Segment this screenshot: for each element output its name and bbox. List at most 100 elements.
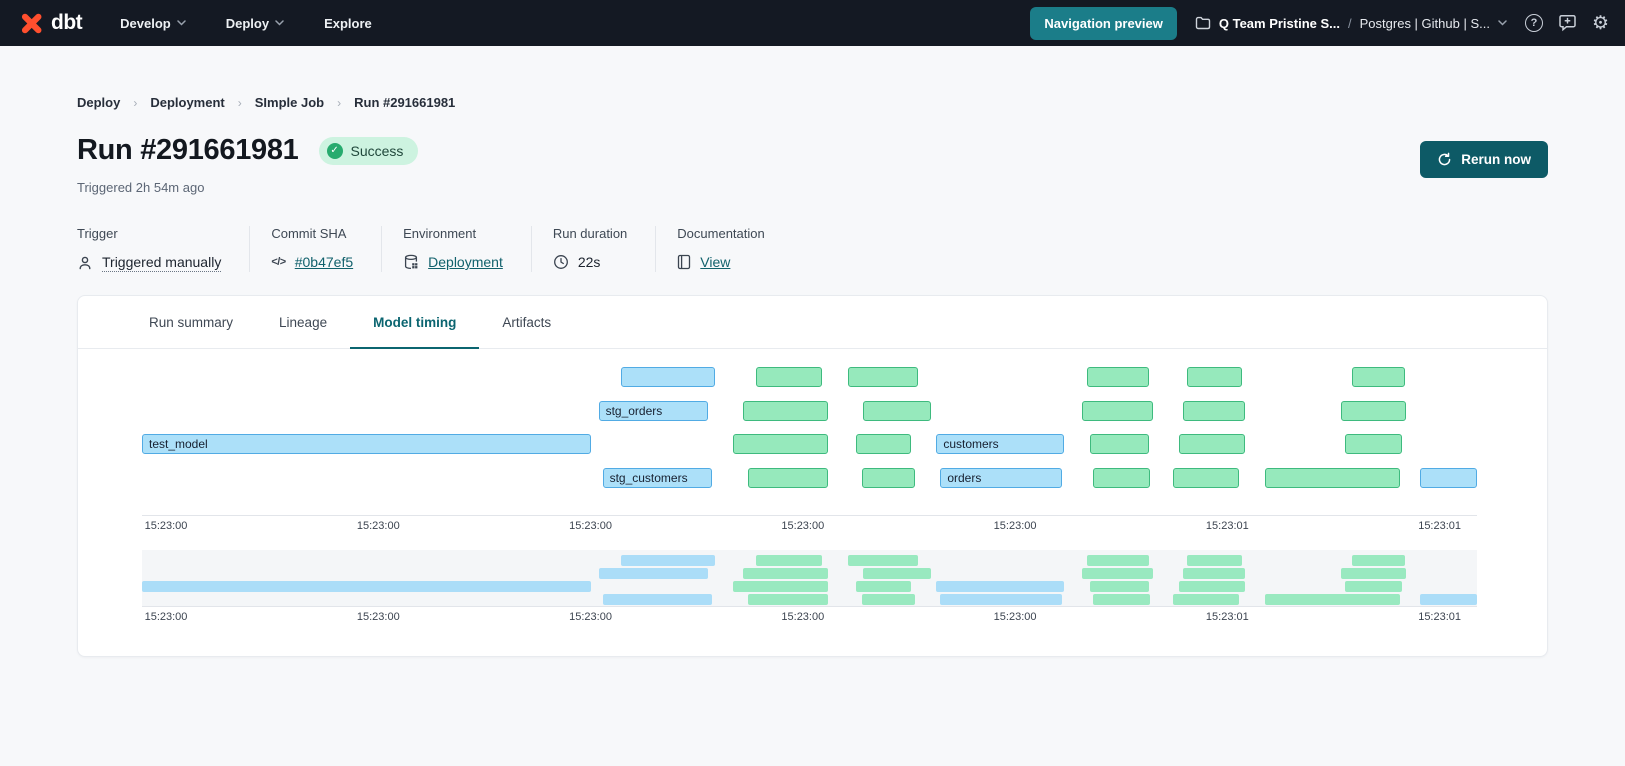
gantt-bar[interactable]	[1352, 367, 1405, 387]
gantt-bar[interactable]	[1087, 367, 1148, 387]
gantt-bar[interactable]	[1183, 401, 1244, 421]
gantt-bar[interactable]	[1173, 594, 1240, 605]
gantt-bar[interactable]	[856, 581, 911, 592]
gantt-bar-stg_customers[interactable]	[603, 594, 712, 605]
meta-commit-label: Commit SHA	[271, 226, 353, 241]
documentation-view-link[interactable]: View	[700, 254, 730, 270]
meta-run-duration: Run duration 22s	[531, 226, 655, 272]
gantt-bar[interactable]	[1173, 468, 1240, 488]
gantt-bar-orders[interactable]: orders	[940, 468, 1061, 488]
gantt-bar[interactable]	[1265, 594, 1400, 605]
environment-link[interactable]: Deployment	[428, 254, 503, 270]
dbt-logo[interactable]: dbt	[18, 10, 82, 37]
feedback-icon[interactable]	[1558, 14, 1577, 32]
chevron-down-icon	[1498, 20, 1507, 26]
gantt-bar[interactable]	[733, 581, 828, 592]
meta-documentation: Documentation View	[655, 226, 792, 272]
gantt-bar[interactable]	[1420, 468, 1477, 488]
breadcrumb-deploy[interactable]: Deploy	[77, 95, 120, 110]
gantt-bar-stg_customers[interactable]: stg_customers	[603, 468, 712, 488]
help-icon[interactable]: ?	[1525, 14, 1543, 32]
gantt-bar[interactable]	[848, 367, 917, 387]
gantt-bar[interactable]	[621, 367, 714, 387]
gantt-bar[interactable]	[1345, 581, 1402, 592]
gantt-bar[interactable]	[748, 594, 828, 605]
gantt-bar[interactable]	[743, 401, 828, 421]
gantt-bar[interactable]	[862, 594, 915, 605]
gantt-bar[interactable]	[621, 555, 714, 566]
gantt-bar-test_model[interactable]: test_model	[142, 434, 591, 454]
gantt-bar[interactable]	[863, 401, 931, 421]
axis-tick-label: 15:23:00	[994, 520, 1037, 532]
gantt-bar[interactable]	[1420, 594, 1477, 605]
success-check-icon: ✓	[327, 143, 343, 159]
status-badge-label: Success	[351, 143, 404, 159]
gantt-bar-stg_orders[interactable]	[599, 568, 708, 579]
nav-deploy[interactable]: Deploy	[226, 16, 284, 31]
trigger-value[interactable]: Triggered manually	[102, 254, 221, 272]
gantt-chart-overview[interactable]	[142, 550, 1477, 607]
gantt-bar[interactable]	[733, 434, 828, 454]
gantt-bar[interactable]	[1087, 555, 1148, 566]
gantt-bar[interactable]	[862, 468, 915, 488]
tab-run-summary[interactable]: Run summary	[126, 296, 256, 349]
gantt-bar[interactable]	[1090, 434, 1149, 454]
gantt-bar[interactable]	[1179, 581, 1244, 592]
breadcrumb-separator: ›	[238, 96, 242, 110]
gantt-bar[interactable]	[1179, 434, 1244, 454]
meta-documentation-label: Documentation	[677, 226, 764, 241]
gantt-bar-customers[interactable]	[936, 581, 1064, 592]
tab-artifacts[interactable]: Artifacts	[479, 296, 574, 349]
gantt-bar[interactable]	[1341, 401, 1406, 421]
gantt-bar-orders[interactable]	[940, 594, 1061, 605]
gantt-bar[interactable]	[756, 367, 821, 387]
nav-explore-label: Explore	[324, 16, 372, 31]
navigation-preview-button[interactable]: Navigation preview	[1030, 7, 1176, 40]
gantt-bar[interactable]	[1345, 434, 1402, 454]
axis-tick-label: 15:23:00	[569, 520, 612, 532]
breadcrumb-deployment[interactable]: Deployment	[150, 95, 224, 110]
gantt-bar[interactable]	[863, 568, 931, 579]
gantt-bar[interactable]	[748, 468, 828, 488]
gantt-bar-test_model[interactable]	[142, 581, 591, 592]
breadcrumb-job[interactable]: SImple Job	[255, 95, 324, 110]
gantt-bar[interactable]	[1352, 555, 1405, 566]
person-icon	[77, 255, 93, 271]
commit-sha-link[interactable]: #0b47ef5	[295, 254, 353, 270]
gantt-bar-customers[interactable]: customers	[936, 434, 1064, 454]
gear-icon[interactable]: ⚙	[1592, 14, 1609, 33]
axis-tick-label: 15:23:00	[781, 611, 824, 623]
gantt-bar-stg_orders[interactable]: stg_orders	[599, 401, 708, 421]
chevron-down-icon	[177, 20, 186, 26]
gantt-bar[interactable]	[1082, 568, 1153, 579]
run-detail-card: Run summary Lineage Model timing Artifac…	[77, 295, 1548, 657]
gantt-bar[interactable]	[756, 555, 821, 566]
gantt-bar[interactable]	[1082, 401, 1153, 421]
time-axis-ticks: 15:23:0015:23:0015:23:0015:23:0015:23:00…	[142, 520, 1477, 537]
nav-explore[interactable]: Explore	[324, 16, 372, 31]
nav-develop[interactable]: Develop	[120, 16, 186, 31]
breadcrumb: Deploy › Deployment › SImple Job › Run #…	[77, 46, 1548, 110]
gantt-bar[interactable]	[1341, 568, 1406, 579]
gantt-bar[interactable]	[1093, 594, 1150, 605]
rerun-now-button[interactable]: Rerun now	[1420, 141, 1548, 178]
page-title: Run #291661981	[77, 134, 299, 167]
breadcrumb-separator: ›	[337, 96, 341, 110]
gantt-bar[interactable]	[856, 434, 911, 454]
gantt-bar[interactable]	[1187, 555, 1242, 566]
gantt-bar[interactable]	[1187, 367, 1242, 387]
gantt-bar[interactable]	[1090, 581, 1149, 592]
gantt-bar[interactable]	[1093, 468, 1150, 488]
axis-tick-label: 15:23:00	[145, 520, 188, 532]
account-name: Q Team Pristine S...	[1219, 16, 1340, 31]
gantt-bar[interactable]	[1265, 468, 1400, 488]
overview-axis-ticks: 15:23:0015:23:0015:23:0015:23:0015:23:00…	[142, 611, 1477, 628]
code-icon: </>	[271, 256, 285, 268]
gantt-bar[interactable]	[848, 555, 917, 566]
nav-develop-label: Develop	[120, 16, 171, 31]
tab-model-timing[interactable]: Model timing	[350, 296, 479, 349]
gantt-bar[interactable]	[743, 568, 828, 579]
tab-lineage[interactable]: Lineage	[256, 296, 350, 349]
account-project-picker[interactable]: Q Team Pristine S... / Postgres | Github…	[1195, 16, 1507, 31]
gantt-bar[interactable]	[1183, 568, 1244, 579]
